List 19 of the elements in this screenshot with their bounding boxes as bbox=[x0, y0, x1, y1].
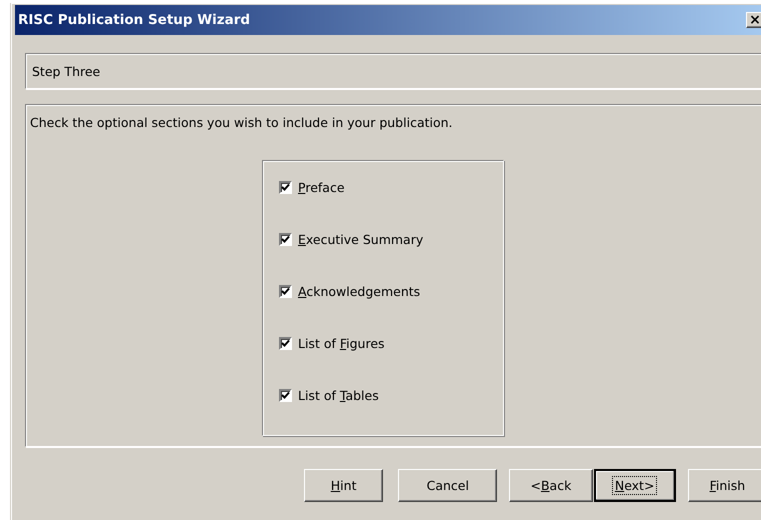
step-title: Step Three bbox=[32, 64, 100, 78]
checkbox-label[interactable]: Preface bbox=[298, 180, 345, 194]
checkbox[interactable] bbox=[279, 232, 292, 246]
checkbox[interactable] bbox=[279, 388, 292, 402]
checkbox-label[interactable]: List of Figures bbox=[298, 336, 385, 350]
checkbox[interactable] bbox=[279, 180, 292, 194]
checkbox[interactable] bbox=[279, 284, 292, 298]
close-button[interactable]: × bbox=[746, 12, 761, 28]
wizard-button[interactable]: Hint bbox=[304, 469, 384, 502]
checkbox[interactable] bbox=[279, 336, 292, 350]
wizard-button[interactable]: Cancel bbox=[398, 469, 498, 502]
checkbox-label[interactable]: Executive Summary bbox=[298, 232, 424, 246]
wizard-button[interactable]: Next> bbox=[594, 469, 676, 502]
wizard-button[interactable]: <Back bbox=[509, 469, 593, 502]
wizard-button[interactable]: Finish bbox=[688, 469, 761, 502]
instruction-text: Check the optional sections you wish to include in your publication. bbox=[30, 115, 454, 130]
window-title: RISC Publication Setup Wizard bbox=[18, 12, 250, 28]
checkbox-label[interactable]: Acknowledgements bbox=[298, 284, 420, 298]
checkbox-label[interactable]: List of Tables bbox=[298, 388, 379, 402]
